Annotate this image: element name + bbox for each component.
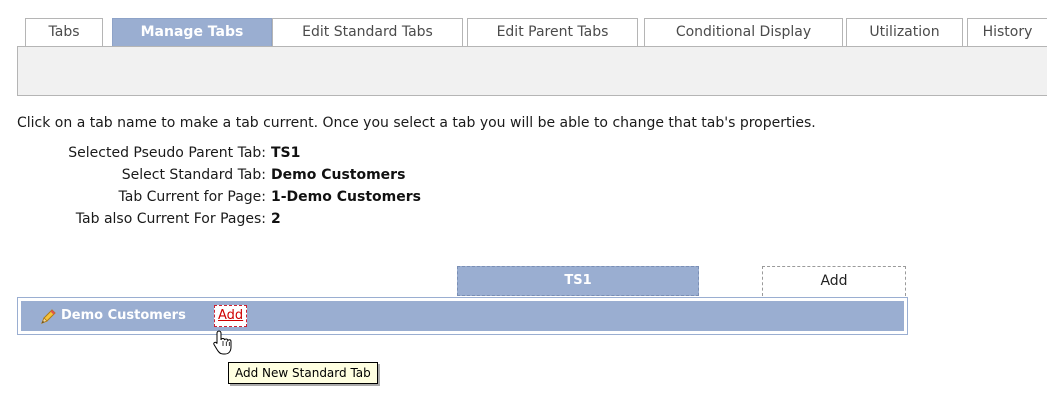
- property-value: 1-Demo Customers: [271, 189, 421, 205]
- property-value: 2: [271, 211, 281, 227]
- parent-tab-ts1[interactable]: TS1: [457, 266, 699, 296]
- add-parent-tab-button[interactable]: Add: [762, 266, 906, 296]
- standard-tab-bar: Demo Customers Add: [17, 297, 908, 335]
- standard-tab-strip: Demo Customers Add: [21, 301, 904, 331]
- property-label: Select Standard Tab:: [121, 167, 266, 183]
- property-label: Tab Current for Page:: [118, 189, 267, 205]
- property-value: TS1: [271, 145, 301, 161]
- add-standard-tab-link[interactable]: Add: [214, 305, 248, 327]
- tab-tabs[interactable]: Tabs: [25, 18, 103, 46]
- tab-history[interactable]: History: [967, 18, 1047, 46]
- instruction-text: Click on a tab name to make a tab curren…: [17, 115, 816, 131]
- standard-tab-demo-customers[interactable]: Demo Customers: [61, 306, 186, 326]
- pencil-icon[interactable]: [39, 308, 57, 326]
- tab-edit-standard-tabs[interactable]: Edit Standard Tabs: [272, 18, 463, 46]
- tab-utilization[interactable]: Utilization: [846, 18, 963, 46]
- tab-manage-tabs[interactable]: Manage Tabs: [112, 18, 272, 46]
- tab-panel: [17, 46, 1047, 96]
- tab-conditional-display[interactable]: Conditional Display: [644, 18, 843, 46]
- tooltip: Add New Standard Tab: [228, 362, 378, 384]
- property-label: Selected Pseudo Parent Tab:: [68, 145, 266, 161]
- hand-pointer-icon: [213, 330, 232, 355]
- property-value: Demo Customers: [271, 167, 406, 183]
- tab-edit-parent-tabs[interactable]: Edit Parent Tabs: [467, 18, 638, 46]
- tab-bar: Tabs Manage Tabs Edit Standard Tabs Edit…: [25, 18, 1047, 48]
- property-label: Tab also Current For Pages:: [75, 211, 266, 227]
